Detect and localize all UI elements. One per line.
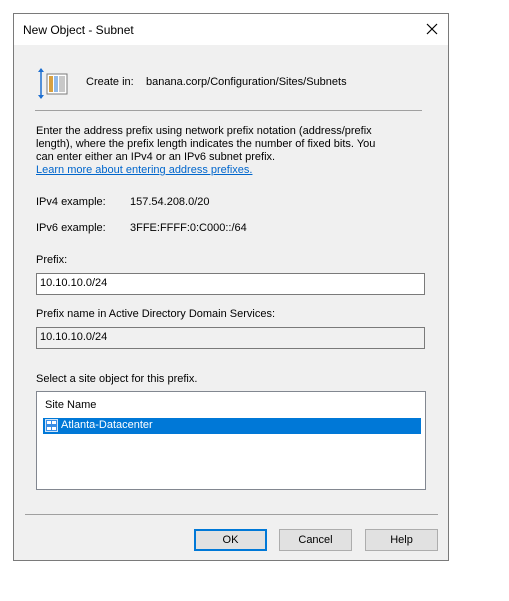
close-icon	[426, 23, 438, 35]
new-object-subnet-dialog: New Object - Subnet Create in: banana.co…	[13, 13, 449, 561]
ipv4-example-label: IPv4 example:	[36, 196, 106, 208]
prefix-name-label: Prefix name in Active Directory Domain S…	[36, 308, 276, 320]
site-icon	[45, 419, 58, 432]
prefix-name-field: 10.10.10.0/24	[36, 327, 425, 349]
prefix-label: Prefix:	[36, 254, 68, 266]
close-button[interactable]	[417, 14, 448, 45]
header-divider	[35, 110, 422, 111]
site-name-cell: Atlanta-Datacenter	[61, 419, 153, 431]
create-in-path: banana.corp/Configuration/Sites/Subnets	[146, 76, 347, 88]
title-bar: New Object - Subnet	[14, 14, 448, 45]
learn-more-link[interactable]: Learn more about entering address prefix…	[36, 164, 252, 176]
site-listbox[interactable]: Site Name Atlanta-Datacenter	[36, 391, 426, 490]
cancel-button[interactable]: Cancel	[279, 529, 352, 551]
column-header-site-name[interactable]: Site Name	[45, 399, 96, 411]
ipv4-example-value: 157.54.208.0/20	[130, 196, 210, 208]
footer-divider	[25, 514, 438, 515]
instructions-body: Enter the address prefix using network p…	[36, 125, 376, 163]
prefix-input[interactable]: 10.10.10.0/24	[36, 273, 425, 295]
ipv6-example-label: IPv6 example:	[36, 222, 106, 234]
subnet-container-icon	[38, 68, 68, 99]
list-item[interactable]: Atlanta-Datacenter	[43, 418, 421, 434]
dialog-title: New Object - Subnet	[23, 23, 134, 37]
create-in-label: Create in:	[86, 76, 134, 88]
ok-button[interactable]: OK	[194, 529, 267, 551]
help-button[interactable]: Help	[365, 529, 438, 551]
ipv6-example-value: 3FFE:FFFF:0:C000::/64	[130, 222, 247, 234]
site-select-label: Select a site object for this prefix.	[36, 373, 198, 385]
instructions-text: Enter the address prefix using network p…	[36, 125, 381, 177]
